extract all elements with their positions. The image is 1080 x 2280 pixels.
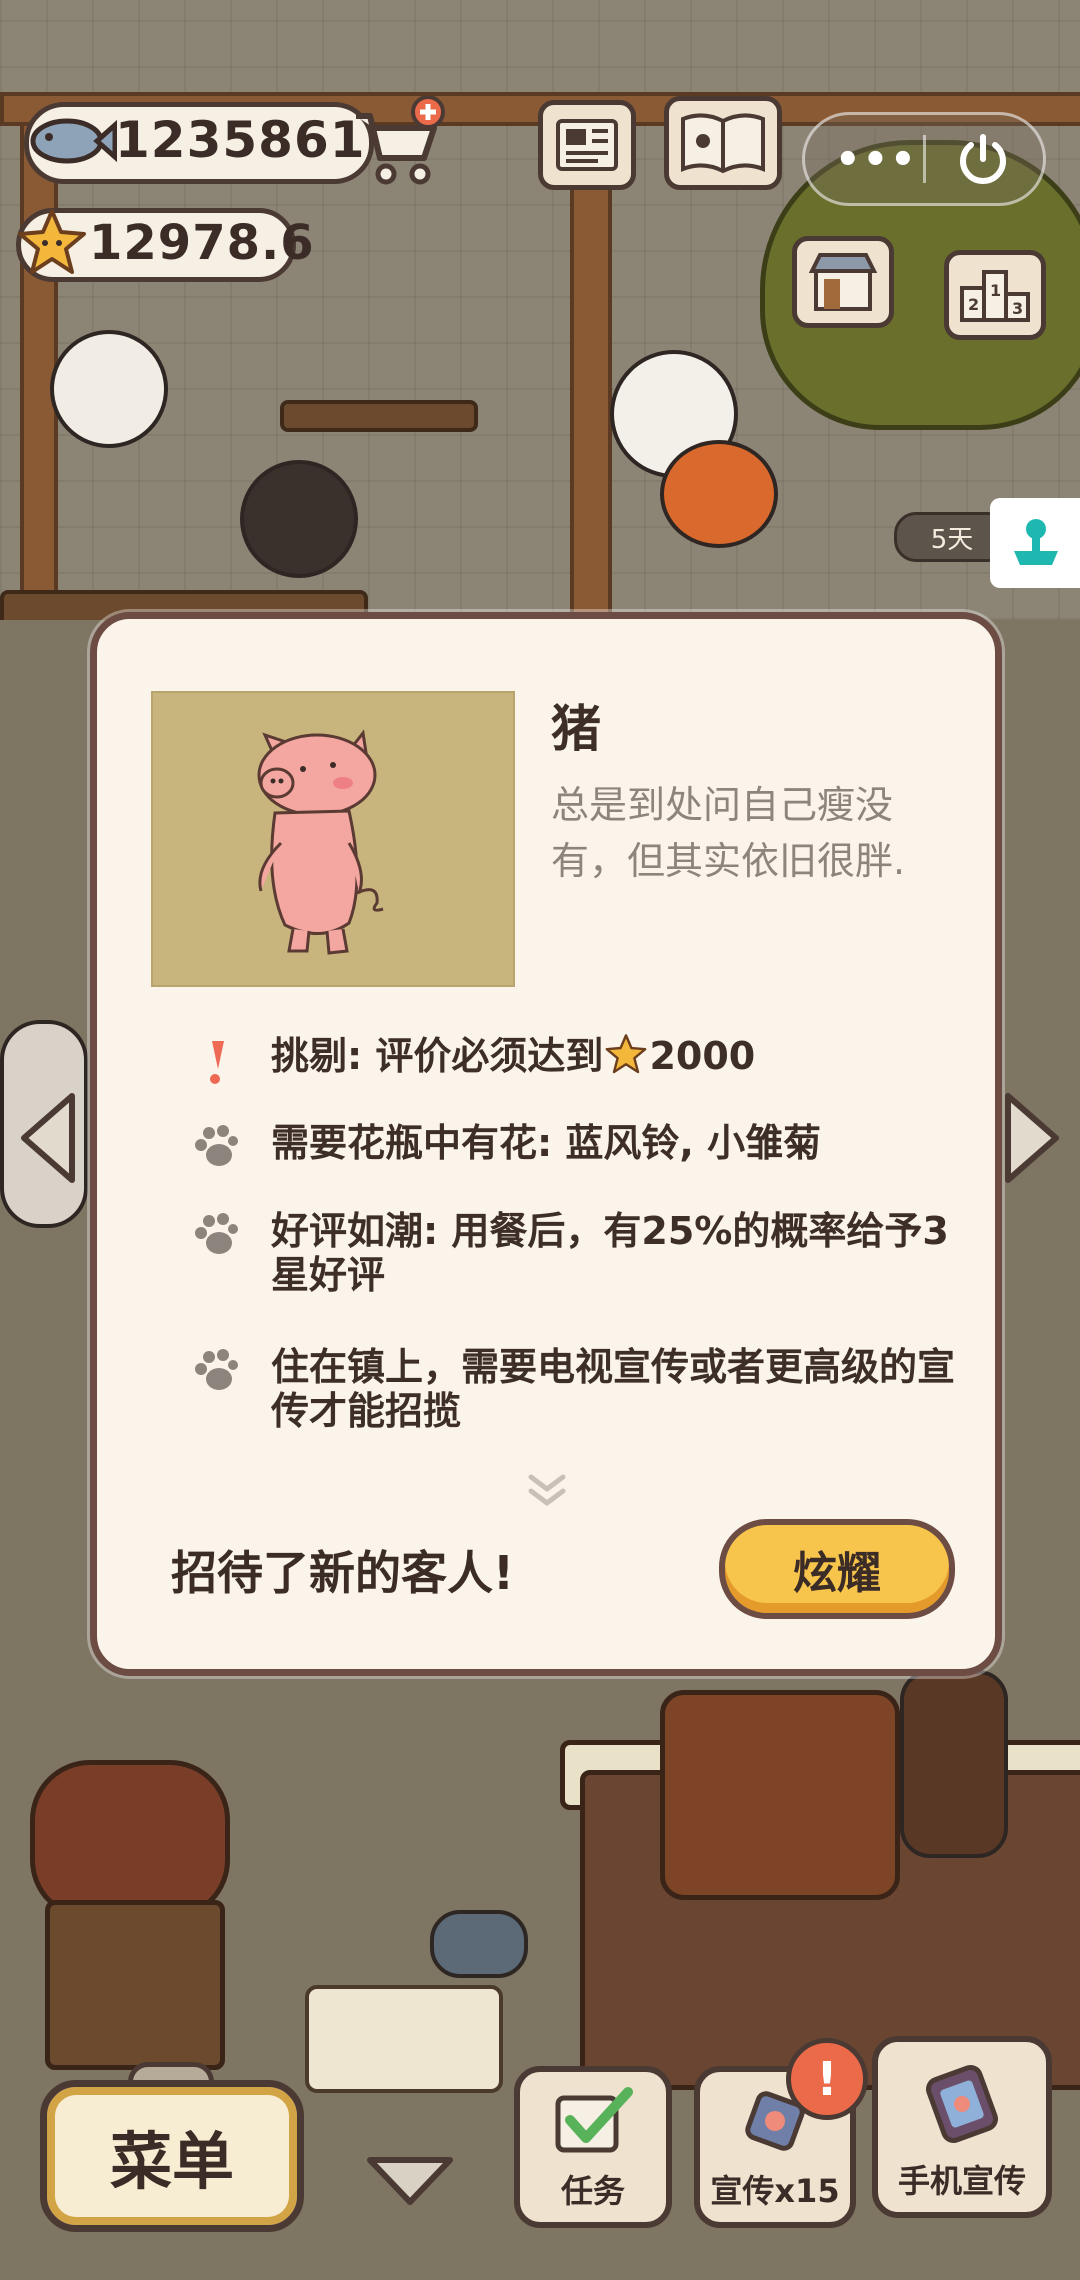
new-customer-message: 招待了新的客人! <box>171 1546 514 1600</box>
trait-text: 需要花瓶中有花: 蓝风铃, 小雏菊 <box>271 1121 822 1165</box>
fox-customer[interactable] <box>660 440 778 548</box>
trait-row: 需要花瓶中有花: 蓝风铃, 小雏菊 <box>185 1121 965 1175</box>
promotion-label: 宣传x15 <box>710 2172 840 2210</box>
paw-icon <box>185 1125 245 1175</box>
chevron-down-icon <box>367 2157 453 2205</box>
joystick-icon <box>1014 519 1058 565</box>
svg-text:3: 3 <box>1012 299 1023 318</box>
promotion-alert-badge: ! <box>786 2038 868 2120</box>
scroll-more-chevron-icon[interactable] <box>525 1473 569 1511</box>
scroll-left-arrow[interactable] <box>16 1090 82 1186</box>
phone-promotion-button[interactable]: 手机宣传 <box>872 2036 1052 2218</box>
more-options-icon[interactable]: ••• <box>835 137 918 183</box>
mini-program-capsule: ••• <box>802 112 1046 206</box>
barrel-decoration <box>30 1760 230 1920</box>
cart-icon <box>356 95 445 185</box>
capsule-divider <box>923 135 926 183</box>
leaderboard-button[interactable]: 1 2 3 <box>944 250 1046 340</box>
show-off-button[interactable]: 炫耀 <box>719 1519 955 1619</box>
fish-decoration <box>430 1910 528 1978</box>
checklist-icon <box>552 2086 634 2160</box>
svg-text:1: 1 <box>990 281 1001 300</box>
tasks-label: 任务 <box>560 2172 625 2210</box>
scroll-right-arrow[interactable] <box>998 1090 1064 1186</box>
star-icon <box>17 207 87 281</box>
trait-text: 好评如潮: 用餐后，有25%的概率给予3星好评 <box>271 1209 949 1297</box>
shop-front-button[interactable] <box>792 236 894 328</box>
fish-icon <box>27 101 118 185</box>
rug-decoration <box>305 1985 503 2093</box>
rating-value: 12978.6 <box>89 215 315 271</box>
star-icon <box>605 1033 647 1084</box>
trait-text: 挑剔: 评价必须达到 2000 <box>271 1033 755 1084</box>
cat-customer[interactable] <box>50 330 168 448</box>
wood-beam <box>570 150 612 638</box>
tasks-button[interactable]: 任务 <box>514 2066 672 2228</box>
paw-icon <box>185 1349 245 1399</box>
menu-button[interactable]: 菜单 <box>40 2080 304 2232</box>
stool-decoration <box>45 1900 225 2070</box>
podium-icon: 1 2 3 <box>960 270 1030 322</box>
customer-name: 猪 <box>551 700 601 758</box>
customer-description: 总是到处问自己瘦没有，但其实依旧很胖. <box>551 783 906 883</box>
fish-count: 1235861 <box>115 111 366 169</box>
coffee-grinder <box>900 1670 1008 1858</box>
black-cat-customer[interactable] <box>240 460 358 578</box>
fish-currency-pill: 1235861 <box>24 102 374 184</box>
power-icon[interactable] <box>953 129 1013 193</box>
trait-text: 住在镇上，需要电视宣传或者更高级的宣传才能招揽 <box>271 1345 956 1433</box>
trait-row: 好评如潮: 用餐后，有25%的概率给予3星好评 <box>185 1209 965 1297</box>
exclamation-icon <box>185 1037 245 1087</box>
collapse-toolbar-button[interactable] <box>362 2152 458 2212</box>
game-center-button[interactable] <box>990 498 1080 588</box>
rating-pill: 12978.6 <box>16 207 314 282</box>
shop-cart-button[interactable] <box>350 95 446 188</box>
pig-illustration <box>257 729 384 955</box>
trait-text-part: 挑剔: 评价必须达到 <box>271 1034 604 1078</box>
coffee-machine <box>660 1690 900 1900</box>
trait-row: 挑剔: 评价必须达到 2000 <box>185 1033 965 1087</box>
phone-promo-icon <box>917 2062 1007 2150</box>
phone-promotion-label: 手机宣传 <box>897 2162 1026 2200</box>
wall-shelf <box>280 400 478 432</box>
trait-row: 住在镇上，需要电视宣传或者更高级的宣传才能招揽 <box>185 1345 965 1433</box>
customer-portrait <box>151 691 515 987</box>
catalog-book-button[interactable] <box>664 96 782 190</box>
book-paw-icon <box>681 113 765 174</box>
storefront-icon <box>808 253 878 311</box>
svg-text:2: 2 <box>968 295 979 314</box>
trait-value: 2000 <box>649 1034 756 1078</box>
paw-icon <box>185 1213 245 1263</box>
newspaper-button[interactable] <box>538 100 636 190</box>
newspaper-icon <box>556 119 618 171</box>
new-customer-dialog: 猪 总是到处问自己瘦没有，但其实依旧很胖. 挑剔: 评价必须达到 2000 需要花… <box>90 612 1002 1676</box>
